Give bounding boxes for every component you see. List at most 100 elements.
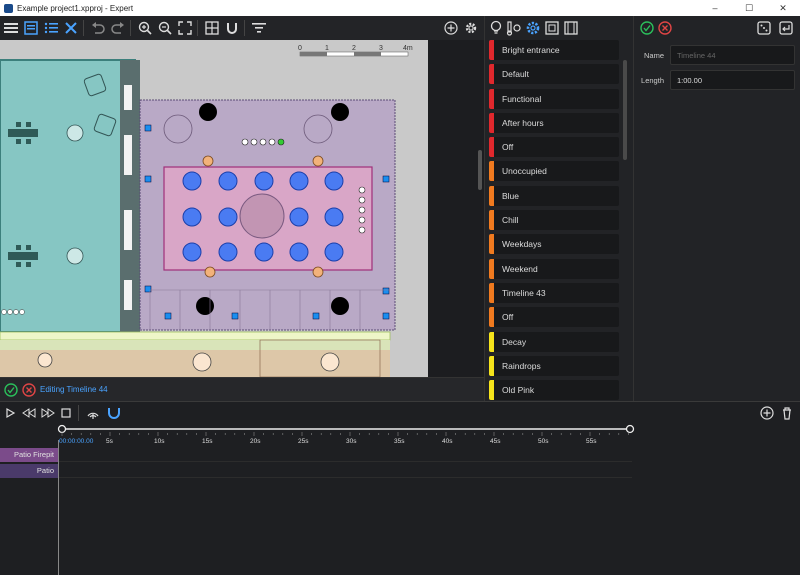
scene-color-bar	[489, 380, 494, 401]
fast-forward-icon[interactable]	[40, 407, 56, 419]
scene-name: Unoccupied	[502, 166, 547, 177]
play-icon[interactable]	[4, 407, 16, 419]
scene-gear-icon[interactable]	[525, 20, 541, 36]
canvas-scrollbar[interactable]	[476, 40, 484, 377]
scene-color-bar	[489, 331, 494, 352]
length-label: Length	[641, 75, 664, 85]
add-icon[interactable]	[441, 19, 460, 38]
thermometer-icon[interactable]	[506, 20, 522, 36]
fit-view-icon[interactable]	[175, 19, 194, 38]
scene-name: Decay	[502, 336, 527, 347]
track-label[interactable]: Patio	[0, 464, 58, 478]
scene-item[interactable]: Timeline 43	[489, 282, 619, 303]
time-tick-label: 40s	[442, 438, 453, 445]
scene-item[interactable]: Blue	[489, 185, 619, 206]
scene-color-bar	[489, 258, 494, 279]
scene-name: Blue	[502, 190, 520, 201]
magnet-icon[interactable]	[222, 19, 241, 38]
panel-icon[interactable]	[544, 20, 560, 36]
time-tick-label: 35s	[394, 438, 405, 445]
scene-item[interactable]: Raindrops	[489, 355, 619, 376]
maximize-button[interactable]: ☐	[732, 3, 766, 14]
scene-color-bar	[489, 40, 494, 60]
scene-item[interactable]: Off	[489, 137, 619, 158]
redo-icon[interactable]	[108, 19, 127, 38]
time-tick-label: 5s	[106, 438, 114, 445]
scene-item[interactable]: Off	[489, 307, 619, 328]
stop-icon[interactable]	[60, 407, 72, 419]
track-label[interactable]: Patio Firepit	[0, 448, 58, 462]
settings-gear-icon[interactable]	[461, 19, 480, 38]
scene-item[interactable]: Default	[489, 64, 619, 85]
scene-item[interactable]: Functional	[489, 88, 619, 109]
scene-name: Weekend	[502, 263, 538, 274]
undo-icon[interactable]	[88, 19, 107, 38]
scene-color-bar	[489, 307, 494, 328]
broadcast-icon[interactable]	[85, 406, 101, 420]
scale-tick: 3	[379, 45, 383, 52]
rewind-icon[interactable]	[21, 407, 37, 419]
layout-icon[interactable]	[21, 19, 40, 38]
track-row[interactable]	[58, 448, 632, 462]
editing-status: Editing Timeline 44	[40, 385, 108, 394]
scene-color-bar	[489, 282, 494, 303]
main-toolbar	[0, 16, 484, 40]
time-tick-label: 20s	[250, 438, 261, 445]
scene-name: Weekdays	[502, 239, 542, 250]
floor-plan-canvas[interactable]: 0 1 2 3 4m	[0, 40, 484, 377]
scene-item[interactable]: Weekdays	[489, 234, 619, 255]
scene-color-bar	[489, 161, 494, 182]
scene-item[interactable]: Decay	[489, 331, 619, 352]
randomize-icon[interactable]	[756, 20, 772, 36]
film-icon[interactable]	[563, 20, 579, 36]
grid-icon[interactable]	[202, 19, 221, 38]
zoom-out-icon[interactable]	[155, 19, 174, 38]
time-tick-label: 25s	[298, 438, 309, 445]
scene-name: Chill	[502, 215, 519, 226]
timeline-magnet-icon[interactable]	[106, 406, 122, 420]
cancel-icon[interactable]	[22, 382, 36, 397]
track-row[interactable]	[58, 464, 632, 478]
properties-panel: Name Timeline 44 Length 1:00.00	[633, 16, 800, 401]
apply-icon[interactable]	[640, 21, 654, 35]
list-icon[interactable]	[41, 19, 60, 38]
title-bar: Example project1.xpproj - Expert – ☐ ✕	[0, 0, 800, 16]
time-tick-label: 45s	[490, 438, 501, 445]
scene-color-bar	[489, 355, 494, 376]
time-ruler[interactable]: 00:00:00.00 5s 10s 15s 20s 25s 30s 35s 40s 45s 50s…	[58, 432, 632, 446]
scale-tick: 4m	[403, 45, 413, 52]
scene-color-bar	[489, 112, 494, 133]
close-window-button[interactable]: ✕	[766, 3, 800, 14]
scene-item[interactable]: Old Pink	[489, 380, 619, 401]
scene-scrollbar[interactable]	[623, 60, 627, 160]
scene-item[interactable]: After hours	[489, 112, 619, 133]
discard-icon[interactable]	[658, 21, 672, 35]
name-input[interactable]: Timeline 44	[670, 45, 795, 65]
name-label: Name	[643, 50, 664, 60]
delete-icon[interactable]	[780, 406, 794, 420]
zoom-in-icon[interactable]	[135, 19, 154, 38]
scene-name: Functional	[502, 93, 542, 104]
length-input[interactable]: 1:00.00	[670, 70, 795, 90]
time-tick-label: 50s	[538, 438, 549, 445]
scene-item[interactable]: Bright entrance	[489, 40, 619, 60]
filter-icon[interactable]	[249, 19, 268, 38]
scene-item[interactable]: Chill	[489, 210, 619, 231]
app-icon	[4, 3, 13, 13]
timeline-panel: 00:00:00.00 5s 10s 15s 20s 25s 30s 35s 40s 45s 50s…	[0, 401, 800, 575]
enter-icon[interactable]	[778, 20, 794, 36]
confirm-icon[interactable]	[4, 382, 18, 397]
menu-icon[interactable]	[1, 19, 20, 38]
scene-name: Old Pink	[502, 385, 535, 396]
playhead[interactable]	[58, 440, 59, 575]
scene-item[interactable]: Weekend	[489, 258, 619, 279]
tools-icon[interactable]	[61, 19, 80, 38]
floor-plan[interactable]: 0 1 2 3 4m	[0, 40, 476, 377]
lightbulb-icon[interactable]	[489, 20, 503, 36]
scene-name: Raindrops	[502, 360, 541, 371]
scene-panel: Bright entrance Default Functional After ho…	[484, 16, 633, 401]
add-track-icon[interactable]	[760, 406, 774, 420]
scene-name: Timeline 43	[502, 287, 546, 298]
scene-item[interactable]: Unoccupied	[489, 161, 619, 182]
minimize-button[interactable]: –	[698, 3, 732, 14]
